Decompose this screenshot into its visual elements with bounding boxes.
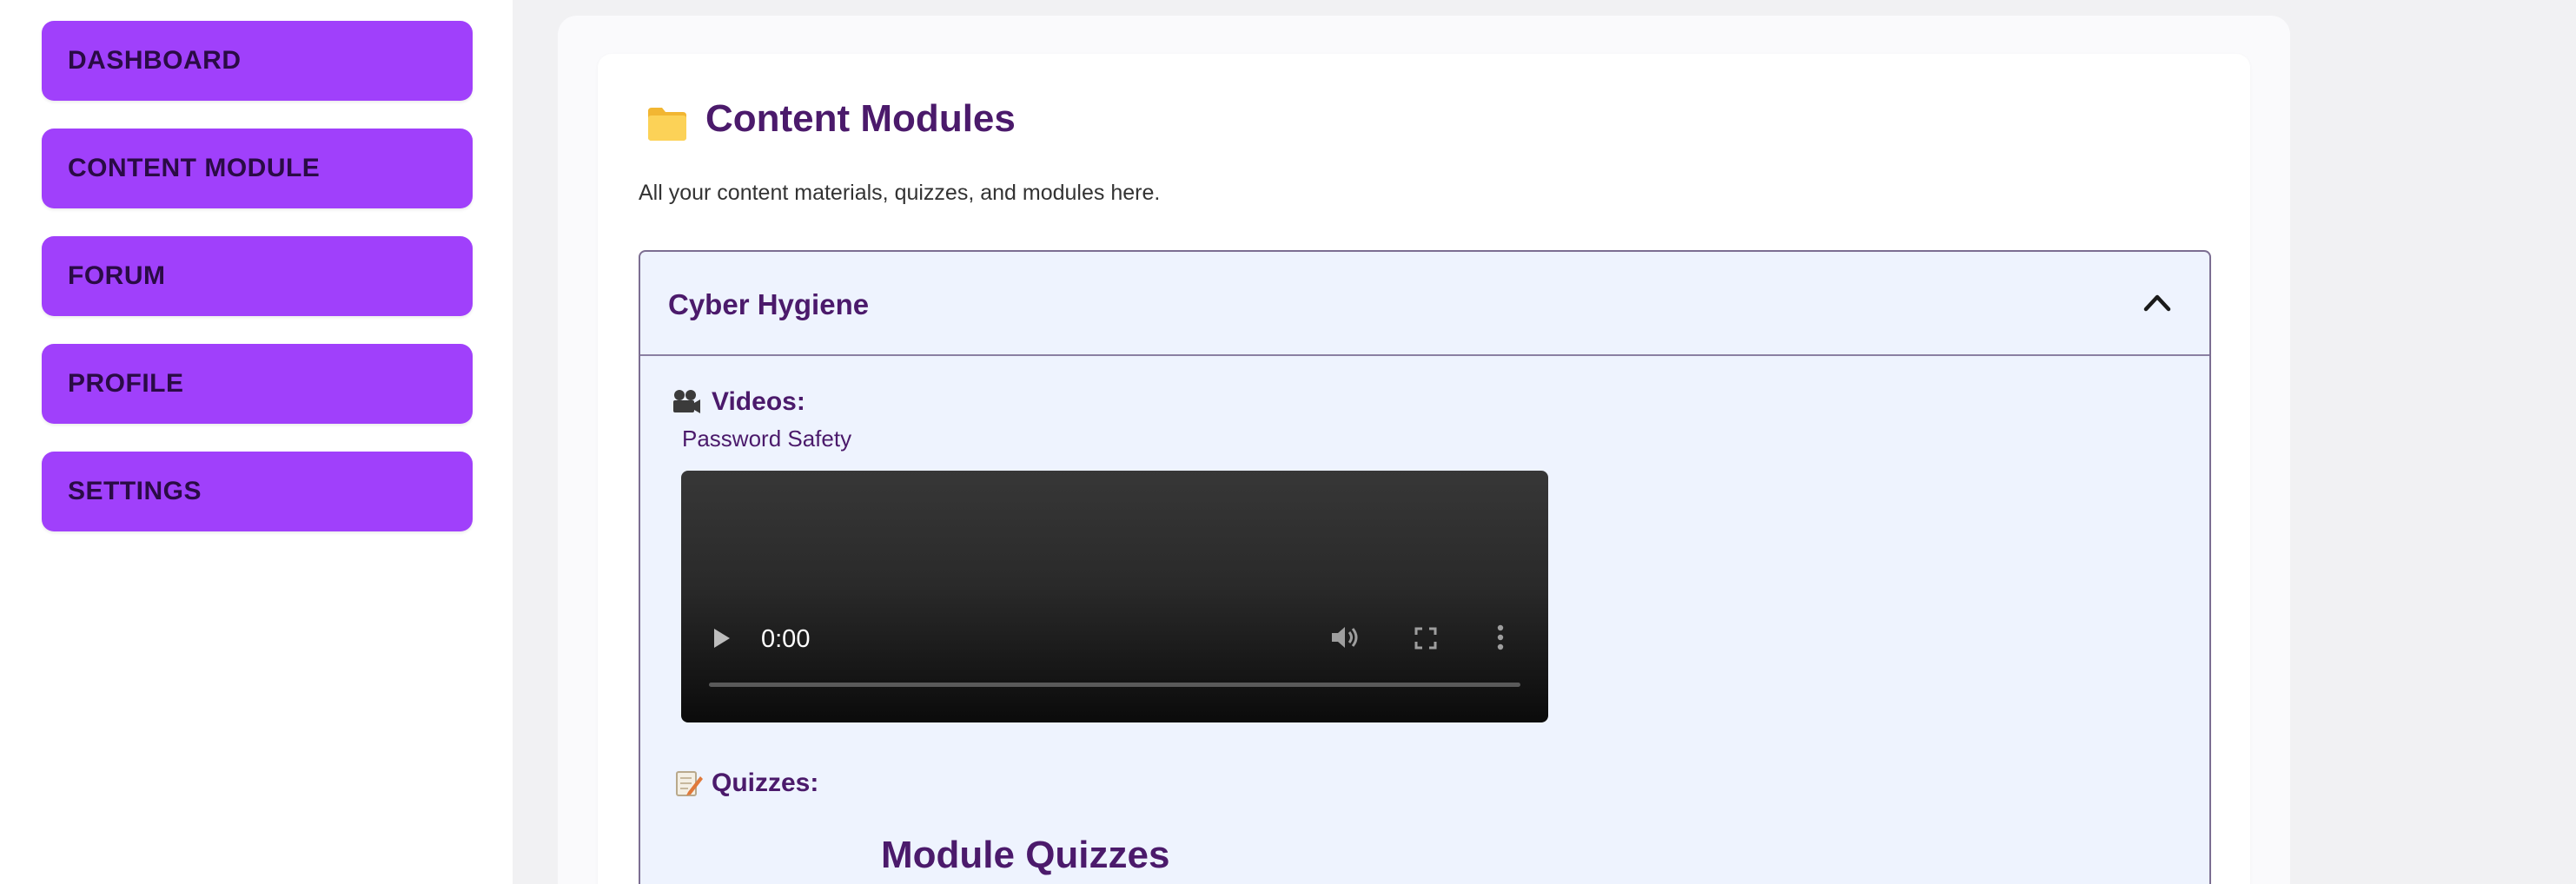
quizzes-heading: Module Quizzes <box>881 834 1170 876</box>
sidebar-item-dashboard[interactable]: DASHBOARD <box>42 21 473 101</box>
video-current-time: 0:00 <box>761 625 811 653</box>
page-title: Content Modules <box>705 97 1016 140</box>
video-player[interactable]: 0:00 <box>681 471 1548 722</box>
video-progress-bar[interactable] <box>709 683 1520 687</box>
play-icon[interactable] <box>712 627 732 650</box>
app-page: DASHBOARD CONTENT MODULE FORUM PROFILE S… <box>0 0 2576 884</box>
projector-icon <box>673 390 700 413</box>
folder-icon <box>648 108 686 141</box>
page-subtitle: All your content materials, quizzes, and… <box>639 181 1161 205</box>
sidebar-item-forum[interactable]: FORUM <box>42 236 473 316</box>
module-accordion-header[interactable]: Cyber Hygiene <box>640 252 2209 356</box>
module-title: Cyber Hygiene <box>668 288 870 320</box>
video-title: Password Safety <box>682 426 852 452</box>
sidebar: DASHBOARD CONTENT MODULE FORUM PROFILE S… <box>0 0 513 884</box>
fullscreen-icon[interactable] <box>1414 627 1437 650</box>
volume-icon[interactable] <box>1329 623 1361 651</box>
sidebar-item-settings[interactable]: SETTINGS <box>42 452 473 531</box>
memo-icon <box>676 771 703 796</box>
chevron-up-icon[interactable] <box>2142 290 2173 314</box>
quizzes-label: Quizzes: <box>712 769 819 797</box>
videos-label: Videos: <box>712 387 805 416</box>
more-options-icon[interactable] <box>1496 623 1505 651</box>
sidebar-item-content-module[interactable]: CONTENT MODULE <box>42 129 473 208</box>
sidebar-item-profile[interactable]: PROFILE <box>42 344 473 424</box>
